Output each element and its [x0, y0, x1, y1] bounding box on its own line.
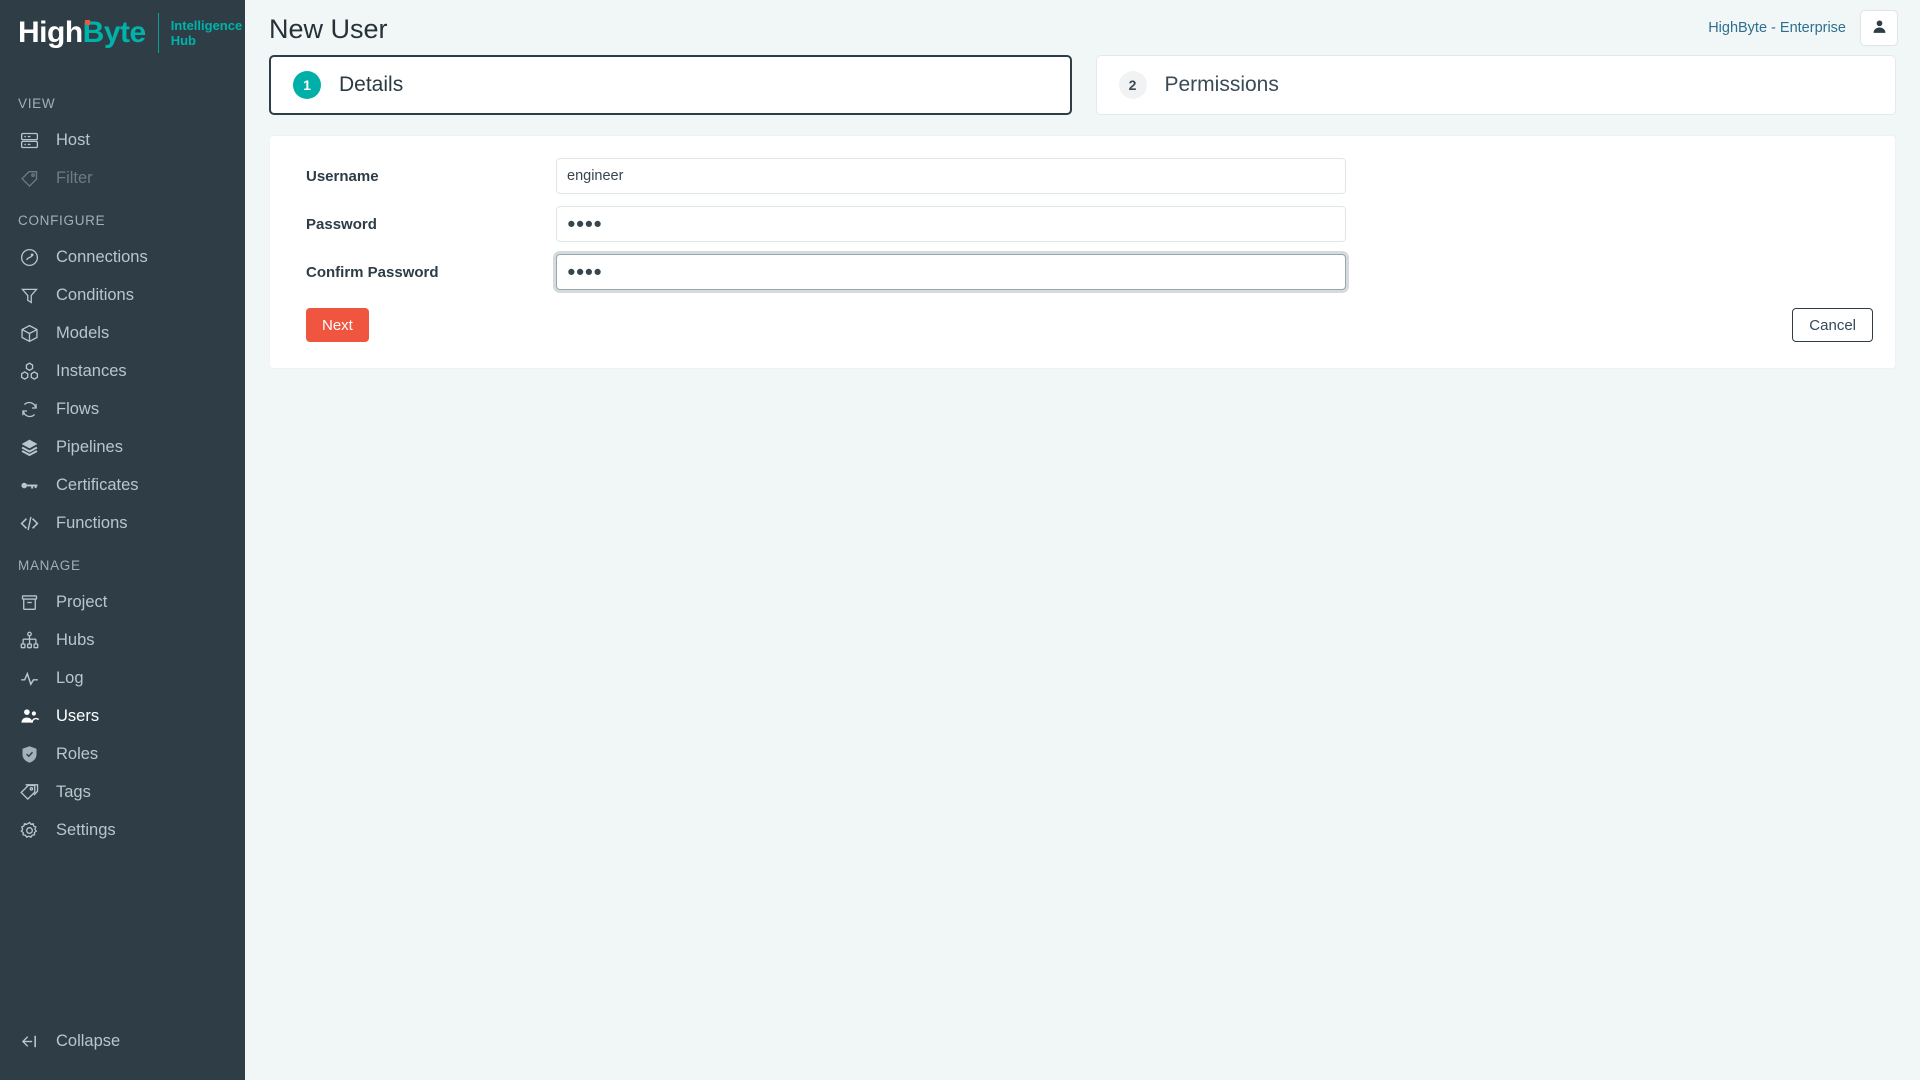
license-label: HighByte - Enterprise	[1708, 19, 1846, 36]
username-label: Username	[306, 167, 379, 185]
sidebar-section-configure: CONFIGURE	[18, 213, 106, 228]
sidebar-nav: VIEW Host Filter CONFIGURE Connections C…	[0, 66, 245, 1016]
sidebar-item-label: Users	[56, 707, 100, 725]
cubes-icon	[18, 360, 40, 382]
sidebar-item-instances[interactable]: Instances	[0, 352, 245, 390]
activity-icon	[18, 667, 40, 689]
password-label: Password	[306, 215, 377, 233]
step-number-badge: 1	[293, 71, 321, 99]
next-button[interactable]: Next	[306, 308, 369, 342]
sidebar-item-host[interactable]: Host	[0, 121, 245, 159]
sidebar-item-label: Connections	[56, 248, 148, 266]
top-bar: New User HighByte - Enterprise	[245, 0, 1920, 55]
tag-icon	[18, 167, 40, 189]
step-details[interactable]: 1 Details	[269, 55, 1072, 115]
sidebar-item-project[interactable]: Project	[0, 583, 245, 621]
sidebar-item-conditions[interactable]: Conditions	[0, 276, 245, 314]
brand-divider	[157, 13, 159, 53]
sidebar-item-label: Instances	[56, 362, 127, 380]
sidebar-item-label: Settings	[56, 821, 116, 839]
sidebar-item-filter: Filter	[0, 159, 245, 197]
sidebar-item-label: Pipelines	[56, 438, 123, 456]
sidebar-section-view: VIEW	[18, 96, 56, 111]
sidebar-item-label: Conditions	[56, 286, 134, 304]
collapse-left-icon	[18, 1030, 40, 1052]
server-icon	[18, 129, 40, 151]
account-menu-button[interactable]	[1860, 9, 1898, 46]
tags-icon	[18, 781, 40, 803]
sidebar-item-label: Host	[56, 131, 90, 149]
sidebar-item-label: Certificates	[56, 476, 139, 494]
sidebar-item-settings[interactable]: Settings	[0, 811, 245, 849]
brand-logo: HighByte Intelligence Hub	[0, 0, 245, 66]
main-area: New User HighByte - Enterprise 1 Details…	[245, 0, 1920, 1080]
cancel-button[interactable]: Cancel	[1792, 308, 1873, 342]
field-row-confirm-password: Confirm Password	[288, 254, 1869, 290]
sidebar-item-tags[interactable]: Tags	[0, 773, 245, 811]
brand-name-byte: Byte	[82, 16, 147, 49]
sidebar-item-hubs[interactable]: Hubs	[0, 621, 245, 659]
sidebar-item-pipelines[interactable]: Pipelines	[0, 428, 245, 466]
brand-subtitle-line2: Hub	[170, 33, 196, 48]
layers-icon	[18, 436, 40, 458]
brand-subtitle: Intelligence Hub	[171, 18, 243, 48]
brand-dot-icon	[85, 20, 90, 25]
sidebar-item-label: Hubs	[56, 631, 95, 649]
brand-subtitle-line1: Intelligence	[170, 18, 243, 33]
password-input[interactable]	[556, 206, 1346, 242]
brand-name-high: High	[18, 16, 83, 49]
step-permissions[interactable]: 2 Permissions	[1095, 55, 1896, 115]
sidebar-item-label: Flows	[56, 400, 100, 418]
sidebar-item-label: Filter	[56, 169, 93, 187]
sidebar-collapse-label: Collapse	[56, 1031, 121, 1050]
sidebar-item-models[interactable]: Models	[0, 314, 245, 352]
sidebar-item-label: Project	[56, 593, 108, 611]
details-form-card: Username Password Confirm Password Next …	[269, 135, 1896, 369]
code-icon	[18, 512, 40, 534]
field-row-password: Password	[288, 206, 1869, 242]
sidebar-item-label: Functions	[56, 514, 128, 532]
sidebar-section-manage: MANAGE	[18, 558, 81, 573]
shield-check-icon	[18, 743, 40, 765]
sidebar-item-label: Log	[56, 669, 84, 687]
brand-wordmark: HighByte	[18, 18, 146, 48]
sidebar: HighByte Intelligence Hub VIEW Host Filt…	[0, 0, 245, 1080]
top-bar-right: HighByte - Enterprise	[1708, 9, 1898, 46]
username-input[interactable]	[556, 158, 1346, 194]
content-area: 1 Details 2 Permissions Username Passwor…	[245, 55, 1920, 369]
archive-icon	[18, 591, 40, 613]
sidebar-item-label: Models	[56, 324, 110, 342]
sidebar-item-connections[interactable]: Connections	[0, 238, 245, 276]
users-icon	[18, 705, 40, 727]
step-number-badge: 2	[1118, 71, 1147, 99]
sidebar-item-label: Tags	[56, 783, 91, 801]
user-icon	[1871, 18, 1888, 38]
step-label: Details	[339, 73, 404, 96]
form-actions: Next Cancel	[288, 308, 1873, 342]
key-icon	[18, 474, 40, 496]
sidebar-item-flows[interactable]: Flows	[0, 390, 245, 428]
sidebar-item-label: Roles	[56, 745, 99, 763]
page-title: New User	[269, 14, 388, 44]
sidebar-collapse-button[interactable]: Collapse	[0, 1016, 245, 1066]
sidebar-item-roles[interactable]: Roles	[0, 735, 245, 773]
box-icon	[18, 322, 40, 344]
refresh-icon	[18, 398, 40, 420]
funnel-icon	[18, 284, 40, 306]
sidebar-item-functions[interactable]: Functions	[0, 504, 245, 542]
gear-icon	[18, 819, 40, 841]
field-row-username: Username	[288, 158, 1869, 194]
sitemap-icon	[18, 629, 40, 651]
sidebar-item-certificates[interactable]: Certificates	[0, 466, 245, 504]
plug-icon	[18, 246, 40, 268]
confirm-password-label: Confirm Password	[306, 263, 439, 281]
confirm-password-input[interactable]	[556, 254, 1346, 290]
sidebar-item-log[interactable]: Log	[0, 659, 245, 697]
step-label: Permissions	[1164, 73, 1279, 96]
sidebar-item-users[interactable]: Users	[0, 697, 245, 735]
wizard-steps: 1 Details 2 Permissions	[269, 55, 1896, 115]
